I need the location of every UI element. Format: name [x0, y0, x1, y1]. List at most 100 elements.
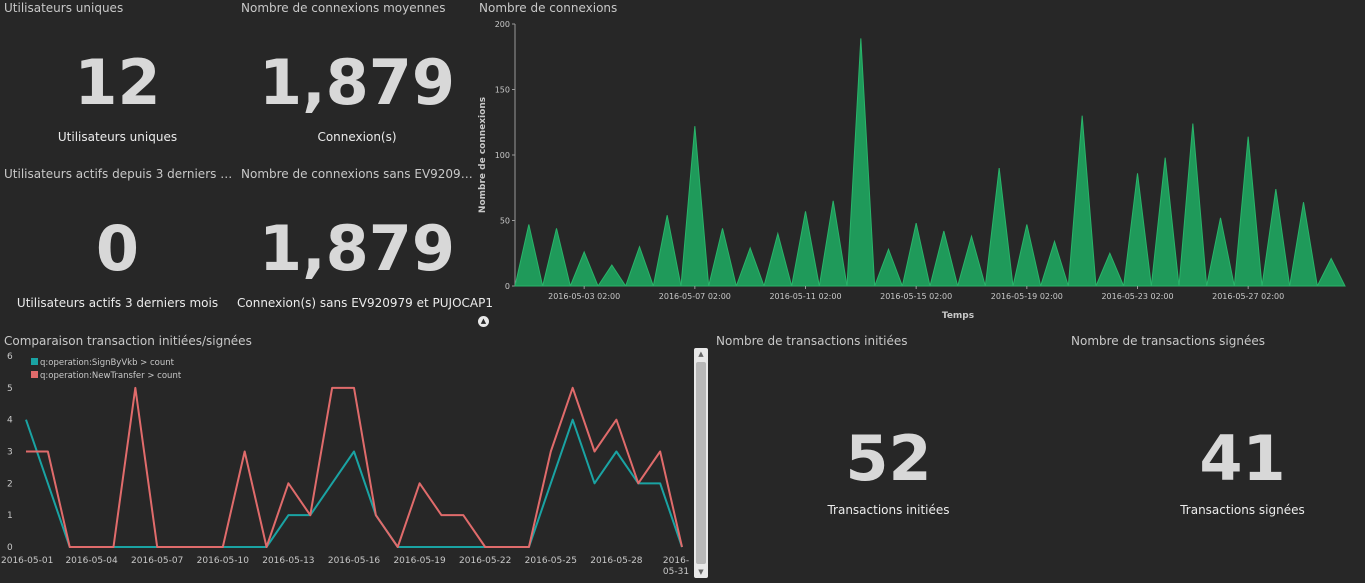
metric-panel-transactions-signed: Nombre de transactions signées 41 Transa…	[1067, 333, 1365, 583]
area-peak[interactable]	[597, 264, 627, 287]
panel-title: Nombre de connexions moyennes	[241, 1, 446, 15]
area-peak[interactable]	[1233, 136, 1263, 287]
scroll-thumb[interactable]	[696, 362, 706, 564]
chevron-up-icon[interactable]: ▲	[478, 316, 489, 327]
area-peak[interactable]	[569, 250, 599, 287]
series-line-newtransfer[interactable]	[26, 386, 683, 548]
metric-panel-avg-connections: Nombre de connexions moyennes 1,879 Conn…	[237, 0, 477, 165]
y-tick-label: 1	[7, 511, 13, 521]
metric-label: Utilisateurs actifs 3 derniers mois	[16, 296, 219, 310]
area-peak[interactable]	[1261, 188, 1291, 287]
metric-label: Transactions initiées	[827, 503, 950, 517]
metric-value: 12	[74, 46, 161, 119]
legend-swatch	[31, 358, 38, 365]
area-peak[interactable]	[1012, 224, 1042, 287]
x-tick-label: 2016-05-11 02:00	[769, 292, 841, 301]
area-peak[interactable]	[1316, 257, 1346, 287]
y-tick-label: 200	[495, 20, 510, 29]
area-peak[interactable]	[624, 245, 655, 287]
metric-label: Connexion(s) sans EV920979 et PUJOCAP1	[237, 296, 493, 310]
area-peak[interactable]	[1123, 173, 1152, 287]
y-tick-label: 50	[500, 217, 510, 226]
area-peak[interactable]	[929, 230, 959, 287]
x-tick-label: 2016-05-03 02:00	[548, 292, 620, 301]
area-peak[interactable]	[984, 168, 1014, 287]
area-peak[interactable]	[735, 246, 765, 287]
y-tick-label: 4	[7, 416, 13, 426]
scroll-up-icon[interactable]: ▲	[694, 348, 708, 360]
area-peak[interactable]	[1150, 157, 1180, 287]
x-tick-label: 2016-05-01	[1, 556, 53, 566]
panel-title: Utilisateurs uniques	[4, 1, 124, 15]
x-tick-label: 2016-05-15 02:00	[880, 292, 952, 301]
area-peak[interactable]	[1206, 217, 1235, 287]
y-tick-label: 100	[495, 151, 510, 160]
legend-scrollbar[interactable]: ▲ ▼	[694, 348, 708, 578]
panel-title: Nombre de transactions signées	[1071, 334, 1265, 348]
connections-area-chart: 0 50 100 150 200 2016-05-03 02:00 2016-05-07 0…	[478, 20, 1346, 321]
metric-value: 52	[845, 422, 932, 495]
y-tick-label: 3	[7, 448, 13, 458]
chart-ylabel: Nombre de connexions	[478, 97, 488, 213]
area-peak[interactable]	[1095, 251, 1125, 287]
area-peak[interactable]	[1289, 202, 1318, 287]
metric-panel-active-users: Utilisateurs actifs depuis 3 derniers mo…	[0, 166, 235, 316]
panel-title: Nombre de transactions initiées	[716, 334, 908, 348]
y-tick-label: 2	[7, 479, 13, 489]
metric-value: 41	[1199, 422, 1286, 495]
area-peak[interactable]	[652, 215, 682, 287]
area-peak[interactable]	[818, 200, 848, 287]
metric-panel-unique-users: Utilisateurs uniques 12 Utilisateurs uni…	[0, 0, 235, 165]
connections-area-chart-panel: Nombre de connexions 0 50 100 150 200 2016-05…	[475, 0, 1365, 330]
area-peak[interactable]	[1067, 115, 1097, 287]
area-peak[interactable]	[680, 126, 710, 287]
x-tick-label: 2016-05-07	[131, 556, 183, 566]
x-tick-label: 2016-05-27 02:00	[1212, 292, 1284, 301]
x-tick-label: 2016-05-19 02:00	[991, 292, 1063, 301]
metric-panel-connections-filtered: Nombre de connexions sans EV920979 e... …	[237, 166, 493, 316]
x-tick-label: 2016-05-31	[663, 556, 689, 577]
y-tick-label: 6	[7, 352, 13, 362]
x-tick-label: 2016-05-10	[197, 556, 250, 566]
metric-panel-transactions-initiated: Nombre de transactions initiées 52 Trans…	[712, 333, 1065, 583]
panel-title: Nombre de connexions sans EV920979 e...	[241, 167, 473, 181]
legend-swatch	[31, 371, 38, 378]
panel-title: Utilisateurs actifs depuis 3 derniers mo…	[4, 167, 234, 181]
metric-value: 1,879	[258, 212, 456, 285]
area-peak[interactable]	[846, 38, 876, 287]
legend-label[interactable]: q:operation:NewTransfer > count	[40, 371, 182, 381]
x-tick-label: 2016-05-25	[525, 556, 577, 566]
metric-label: Connexion(s)	[317, 130, 397, 144]
transactions-line-chart-panel: Comparaison transaction initiées/signées…	[0, 333, 712, 583]
x-tick-label: 2016-05-28	[590, 556, 643, 566]
series-line-signbyvkb[interactable]	[25, 418, 683, 548]
metric-value: 0	[95, 212, 140, 285]
area-peak[interactable]	[791, 211, 820, 287]
x-tick-label: 2016-05-16	[328, 556, 381, 566]
scroll-down-icon[interactable]: ▼	[694, 566, 708, 578]
area-peak[interactable]	[708, 228, 737, 287]
y-tick-label: 0	[505, 282, 510, 291]
area-peak[interactable]	[542, 228, 571, 287]
transactions-line-chart: 0 1 2 3 4 5 6 2016-05-01 2016-05-04 2016-05-07 201…	[1, 352, 689, 577]
metric-label: Transactions signées	[1180, 503, 1305, 517]
area-peak[interactable]	[873, 247, 904, 287]
area-peak[interactable]	[957, 234, 986, 287]
x-tick-label: 2016-05-13	[262, 556, 314, 566]
legend-label[interactable]: q:operation:SignByVkb > count	[40, 358, 175, 368]
area-peak[interactable]	[514, 224, 544, 287]
area-peak[interactable]	[901, 223, 931, 287]
y-tick-label: 0	[7, 543, 13, 553]
metric-label: Utilisateurs uniques	[57, 130, 178, 144]
x-tick-label: 2016-05-19	[393, 556, 446, 566]
x-tick-label: 2016-05-07 02:00	[659, 292, 731, 301]
x-tick-label: 2016-05-22	[459, 556, 511, 566]
x-tick-label: 2016-05-23 02:00	[1101, 292, 1173, 301]
x-tick-label: 2016-05-04	[65, 556, 118, 566]
area-peak[interactable]	[763, 231, 793, 287]
metric-value: 1,879	[258, 46, 456, 119]
y-tick-label: 150	[495, 86, 510, 95]
area-peak[interactable]	[1039, 239, 1070, 287]
y-tick-label: 5	[7, 384, 13, 394]
area-peak[interactable]	[1178, 123, 1208, 287]
